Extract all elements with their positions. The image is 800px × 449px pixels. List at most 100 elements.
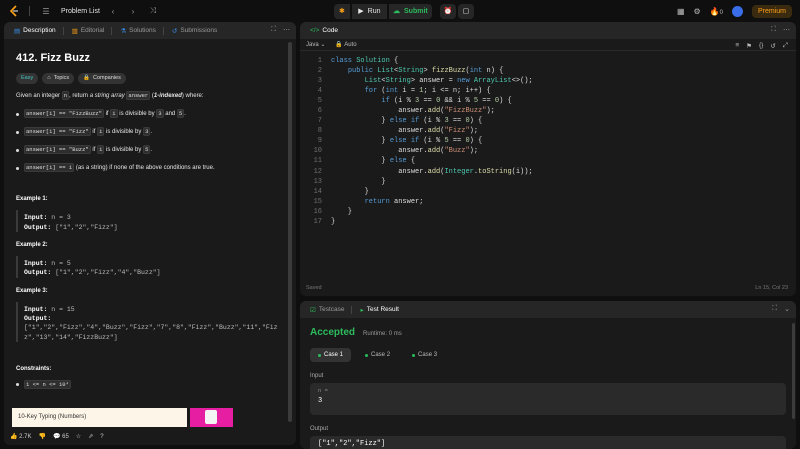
- mode-label: Auto: [344, 42, 357, 48]
- list-item: answer[i] == "Buzz" if i is divisible by…: [16, 144, 288, 155]
- rule-text: .: [150, 146, 153, 153]
- star-icon[interactable]: ☆: [76, 433, 81, 440]
- braces-icon[interactable]: {}: [759, 42, 763, 50]
- premium-button[interactable]: Premium: [751, 4, 792, 18]
- inline-code: answer[i] == "FizzBuzz": [24, 109, 104, 119]
- case-tab[interactable]: Case 2: [357, 348, 398, 362]
- tab-label: Editorial: [80, 27, 105, 34]
- example-title: Example 3:: [16, 287, 48, 294]
- tab-label: Solutions: [129, 27, 156, 34]
- tab-submissions[interactable]: ↺ Submissions: [168, 22, 221, 39]
- run-button[interactable]: ▶ Run: [351, 3, 387, 19]
- tab-editorial[interactable]: ▥ Editorial: [68, 22, 117, 39]
- tab-label: Code: [322, 27, 338, 34]
- tab-solutions[interactable]: ⚗ Solutions: [116, 22, 168, 39]
- code-line: 10 answer.add("Buzz");: [313, 147, 479, 156]
- notes-button[interactable]: ▢: [457, 3, 474, 19]
- chevron-right-icon[interactable]: ›: [126, 7, 140, 16]
- code-panel: </> Code ⛶ ⋯ Java ⌄ 🔒 Auto ≡ ⚑ {} ↺ ⤢ 1 cl…: [300, 22, 796, 296]
- lock-icon: 🔒: [335, 42, 343, 48]
- constraint-value: 1 <= n <= 10⁴: [24, 379, 71, 390]
- example-block: Input: n = 5 Output: ["1","2","Fizz","4"…: [16, 255, 288, 278]
- input-label: Input:: [24, 305, 48, 313]
- bookmark-icon[interactable]: ⚑: [746, 42, 752, 50]
- example-title: Example 1:: [16, 196, 48, 203]
- settings-icon[interactable]: ⚙: [694, 7, 701, 16]
- result-panel: ☑ Testcase ▸ Test Result ⛶ ⌄ Accepted Runt…: [300, 301, 796, 449]
- cursor-position: Ln 15, Col 23: [755, 285, 788, 291]
- help-icon[interactable]: ?: [100, 434, 103, 440]
- tab-label: Description: [23, 27, 56, 34]
- avatar[interactable]: [731, 5, 743, 17]
- debug-button[interactable]: ✱: [334, 3, 350, 19]
- format-icon[interactable]: ≡: [735, 42, 739, 50]
- tag-icon: ⌂: [47, 75, 51, 82]
- input-label: Input: [310, 373, 324, 379]
- rule-text: .: [150, 129, 153, 136]
- submit-label: Submit: [404, 7, 428, 15]
- code-line: 11 } else {: [313, 157, 416, 166]
- more-icon[interactable]: ⋯: [783, 26, 790, 34]
- output-label: Output:: [24, 223, 52, 231]
- share-icon[interactable]: ⇗: [88, 433, 93, 440]
- companies-chip[interactable]: 🔒 Companies: [78, 73, 126, 85]
- inline-code: answer[i] == "Buzz": [24, 144, 91, 154]
- tab-label: Testcase: [318, 306, 345, 313]
- tab-label: Test Result: [366, 306, 399, 313]
- tab-code[interactable]: </> Code: [306, 22, 342, 39]
- topics-chip[interactable]: ⌂ Topics: [42, 73, 75, 85]
- submit-button[interactable]: ☁ Submit: [388, 3, 432, 19]
- problem-statement: Given an integer n, return a string arra…: [16, 91, 288, 101]
- problem-list-link[interactable]: Problem List: [61, 8, 100, 15]
- topics-label: Topics: [53, 75, 70, 82]
- leetcode-logo-icon[interactable]: [8, 5, 20, 17]
- language-select[interactable]: Java ⌄: [306, 41, 325, 48]
- divider: [351, 305, 353, 314]
- tab-description[interactable]: ▤ Description: [10, 22, 68, 39]
- collapse-icon[interactable]: ⌄: [784, 305, 790, 313]
- shuffle-icon[interactable]: ⤨: [146, 6, 160, 16]
- layout-icon[interactable]: ▦: [677, 7, 685, 16]
- more-icon[interactable]: ⋯: [283, 26, 290, 34]
- maximize-icon[interactable]: ⛶: [271, 26, 276, 34]
- list-icon[interactable]: ☰: [39, 7, 53, 16]
- play-icon: ▶: [358, 8, 364, 15]
- description-scrollbar[interactable]: [288, 42, 292, 422]
- problem-title[interactable]: 412. Fizz Buzz: [16, 51, 288, 65]
- inline-code: i: [110, 109, 118, 119]
- chevron-left-icon[interactable]: ‹: [106, 7, 120, 16]
- case-label: Case 1: [324, 352, 344, 358]
- fullscreen-icon[interactable]: ⤢: [783, 42, 788, 50]
- input-value: 3: [318, 397, 323, 405]
- code-line: 4 for (int i = 1; i <= n; i++) {: [317, 87, 491, 96]
- maximize-icon[interactable]: ⛶: [772, 305, 777, 313]
- case-tab[interactable]: Case 1: [310, 348, 352, 362]
- code-line: 12 answer.add(Integer.toString(i));: [313, 167, 533, 176]
- case-tab[interactable]: Case 3: [404, 348, 445, 362]
- input-label: Input:: [24, 259, 48, 267]
- dislike-button[interactable]: 👎: [38, 433, 45, 440]
- timer-button[interactable]: ⏰: [439, 3, 456, 19]
- tab-testcase[interactable]: ☑ Testcase: [306, 301, 356, 318]
- list-item: answer[i] == i (as a string) if none of …: [16, 162, 288, 173]
- statement-text: a string array: [89, 93, 127, 100]
- ad-banner[interactable]: 10-Key Typing (Numbers): [12, 408, 187, 427]
- lock-icon: 🔒: [83, 75, 91, 82]
- auto-toggle[interactable]: 🔒 Auto: [335, 41, 356, 48]
- streak-icon[interactable]: 🔥0: [710, 7, 723, 16]
- like-button[interactable]: 👍 2.7K: [10, 433, 31, 440]
- comments-button[interactable]: 💬 65: [53, 433, 69, 440]
- code-editor[interactable]: 1 class Solution { 2 public List<String> …: [300, 51, 796, 227]
- tab-test-result[interactable]: ▸ Test Result: [356, 301, 402, 318]
- code-line: 8 answer.add("Fizz");: [317, 127, 479, 136]
- result-scrollbar[interactable]: [792, 323, 795, 419]
- maximize-icon[interactable]: ⛶: [771, 26, 776, 34]
- code-line: 9 } else if (i % 5 == 0) {: [317, 137, 483, 146]
- inline-code: answer[i] == "Fizz": [24, 127, 91, 137]
- output-value: ["1","2","Fizz"]: [51, 223, 118, 231]
- comment-count: 65: [62, 434, 69, 440]
- reset-icon[interactable]: ↺: [770, 42, 775, 50]
- code-line: 15 return answer;: [313, 197, 424, 206]
- example-title: Example 2:: [16, 242, 48, 249]
- list-item: answer[i] == "FizzBuzz" if i is divisibl…: [16, 109, 288, 119]
